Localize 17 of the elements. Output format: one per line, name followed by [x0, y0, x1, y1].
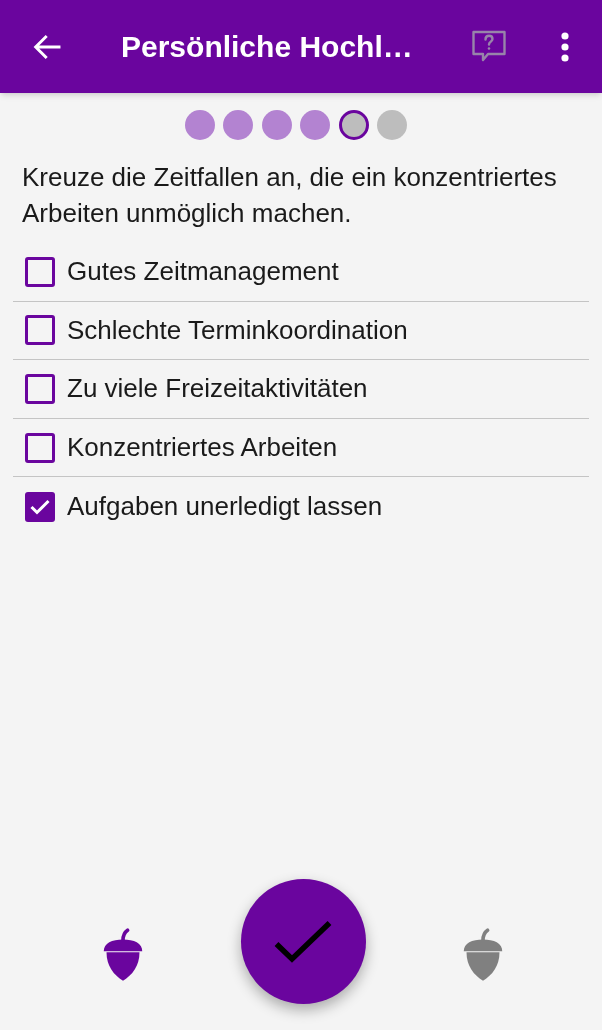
instruction-text: Kreuze die Zeitfallen an, die ein konzentriertes Arbeiten unmöglich machen. — [21, 161, 558, 230]
checkbox[interactable] — [25, 374, 55, 404]
checkbox[interactable] — [25, 491, 55, 522]
checkbox[interactable] — [25, 315, 55, 346]
more-options-icon[interactable] — [561, 31, 569, 62]
option-label: Gutes Zeitmanagement — [67, 255, 339, 289]
checkbox[interactable] — [25, 256, 55, 287]
option-label: Zu viele Freizeitaktivitäten — [67, 372, 368, 406]
option-label: Schlechte Terminkoordination — [67, 313, 408, 347]
acorn-icon[interactable] — [101, 926, 145, 983]
app-bar-title: Persönliche Hochl… — [121, 29, 413, 65]
checkmark-icon — [30, 498, 50, 515]
checkmark-icon — [274, 919, 332, 964]
confirm-button[interactable] — [240, 879, 366, 1004]
option-label: Konzentriertes Arbeiten — [67, 431, 338, 465]
checkbox[interactable] — [25, 432, 55, 463]
option-label: Aufgaben unerledigt lassen — [67, 490, 383, 524]
